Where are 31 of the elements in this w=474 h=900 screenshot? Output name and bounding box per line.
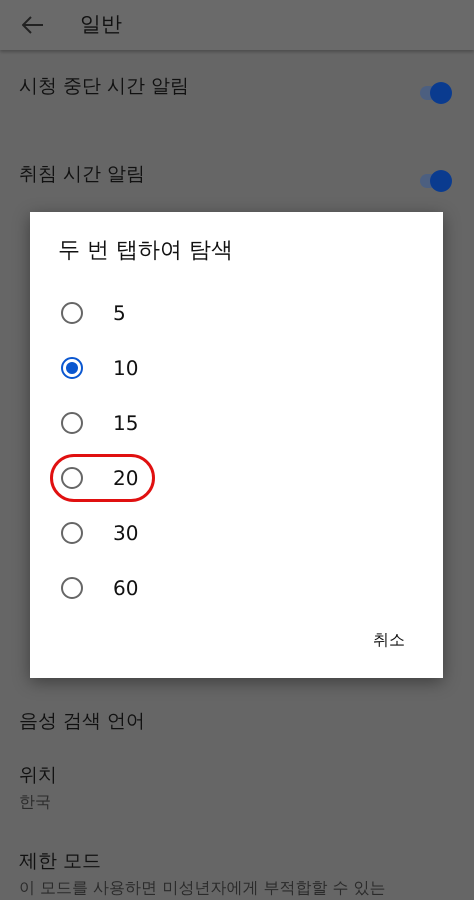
radio-option[interactable]: 15 xyxy=(50,398,156,446)
radio-button[interactable] xyxy=(61,302,83,324)
radio-option[interactable]: 10 xyxy=(50,344,156,392)
toggle-switch[interactable] xyxy=(418,82,452,104)
setting-label: 취침 시간 알림 xyxy=(19,162,146,187)
setting-label: 음성 검색 언어 xyxy=(19,708,146,734)
radio-button[interactable] xyxy=(61,522,83,544)
setting-description: 한국 xyxy=(19,790,52,812)
cancel-button[interactable]: 취소 xyxy=(365,624,413,656)
radio-option[interactable]: 60 xyxy=(50,564,156,612)
radio-button[interactable] xyxy=(61,466,83,488)
back-arrow-icon[interactable] xyxy=(22,16,44,34)
option-label: 60 xyxy=(113,574,138,602)
option-label: 10 xyxy=(113,354,138,382)
setting-label: 제한 모드 xyxy=(19,849,102,874)
radio-button[interactable] xyxy=(61,356,83,378)
option-label: 5 xyxy=(113,300,126,326)
radio-option[interactable]: 5 xyxy=(50,288,143,336)
highlight-ring[interactable]: 20 xyxy=(50,454,156,502)
radio-option[interactable]: 30 xyxy=(50,508,156,556)
setting-label: 시청 중단 시간 알림 xyxy=(19,74,190,99)
setting-label: 위치 xyxy=(19,763,58,788)
setting-description: 이 모드를 사용하면 미성년자에게 부적합할 수 있는 xyxy=(19,876,387,898)
option-label: 15 xyxy=(113,410,138,436)
radio-button[interactable] xyxy=(61,576,83,598)
option-label: 30 xyxy=(113,520,138,546)
page-title: 일반 xyxy=(80,11,122,38)
radio-button[interactable] xyxy=(61,412,83,434)
toggle-switch[interactable] xyxy=(418,170,452,192)
option-label: 20 xyxy=(113,464,138,492)
dialog-title: 두 번 탭하여 탐색 xyxy=(57,237,234,265)
